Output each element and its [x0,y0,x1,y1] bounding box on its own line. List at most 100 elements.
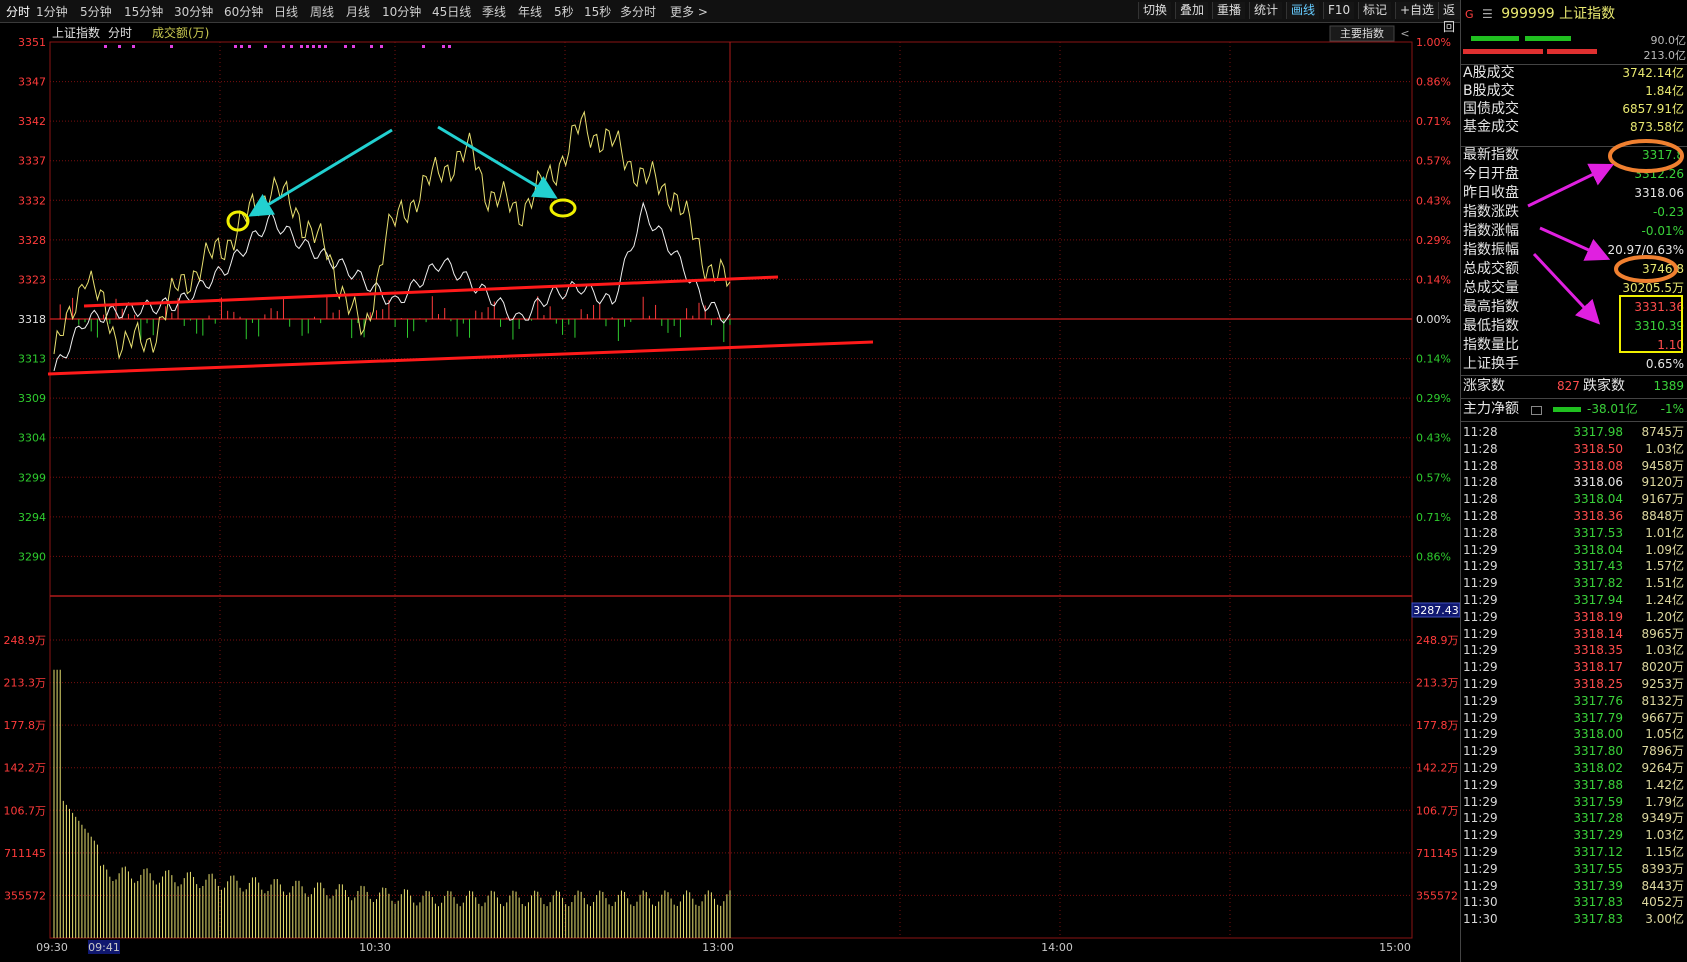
tick-time: 11:29 [1463,643,1498,658]
tick-price: 3318.02 [1573,761,1623,775]
tick-row: 11:28 3317.98 8745万 [1463,423,1687,441]
vol-label-r-6: 355572 [1416,889,1458,902]
index-value: 3317.8 [1642,148,1684,162]
tick-time: 11:29 [1463,660,1498,675]
index-label: 总成交额 [1463,261,1519,277]
signal-dot [448,45,451,48]
collapse-icon: < [1400,27,1409,40]
chart-frame [49,41,1413,939]
tick-volume: 1.03亿 [1645,441,1684,456]
tick-row: 11:29 3318.14 8965万 [1463,625,1687,643]
chart-header-1: 分时 [108,26,132,40]
index-value: 30205.5万 [1622,281,1684,295]
vol-label-r-5: 711145 [1416,847,1458,860]
tick-time: 11:29 [1463,559,1498,574]
tick-price: 3317.28 [1573,811,1623,826]
tick-price: 3317.83 [1573,912,1623,927]
index-row-11: 上证换手 0.65% [1463,355,1687,374]
tick-time: 11:28 [1463,475,1498,490]
tick-price: 3318.06 [1573,475,1623,490]
price-tag: 3287.43 [1413,604,1459,617]
index-value: -0.01% [1641,224,1684,238]
capital-value: -38.01亿 [1587,402,1638,416]
pct-label-4: 0.43% [1416,194,1451,207]
panel-header: G ☰ 999999 上证指数 [1465,3,1615,25]
index-label: 昨日收盘 [1463,185,1519,201]
index-row-5: 指数振幅 20.97/0.63% [1463,241,1687,260]
turnover-value: 6857.91亿 [1622,102,1684,116]
index-label: 最新指数 [1463,147,1519,163]
index-label: 指数量比 [1463,337,1519,353]
price-label-8: 3313 [18,353,46,366]
index-row-9: 最低指数 3310.39 [1463,317,1687,336]
pct-label-3: 0.57% [1416,155,1451,168]
down-count: 1389 [1653,379,1684,393]
index-label: 最低指数 [1463,318,1519,334]
price-label-13: 3290 [18,550,46,563]
index-value: 3746.8 [1642,262,1684,276]
signal-dot [240,45,243,48]
menu-icon[interactable]: ☰ [1482,7,1493,21]
vol-label-4: 106.7万 [4,804,47,817]
tick-time: 11:29 [1463,710,1498,725]
tick-volume: 8443万 [1641,878,1684,893]
index-label: 上证换手 [1463,356,1519,372]
avg-line [53,110,731,360]
tick-time: 11:28 [1463,525,1498,540]
tick-time: 11:29 [1463,626,1498,641]
price-label-5: 3328 [18,234,46,247]
vol-label-1: 213.3万 [4,677,47,690]
tick-price: 3317.39 [1573,878,1623,893]
index-value: 3318.06 [1634,186,1684,200]
list-icon[interactable] [1531,406,1542,415]
g-icon: G [1465,8,1474,21]
tick-price: 3318.50 [1573,441,1623,456]
tick-row: 11:28 3318.08 9458万 [1463,457,1687,475]
quote-panel: G ☰ 999999 上证指数 90.0亿 213.0亿 A股成交 3742.14… [1460,0,1687,962]
tick-price: 3318.19 [1573,609,1623,624]
tick-volume: 8965万 [1641,626,1684,641]
price-label-10: 3304 [18,432,46,445]
turnover-value: 3742.14亿 [1622,66,1684,80]
trendline-upper [83,275,779,308]
signal-dot [234,45,237,48]
tick-row: 11:29 3317.80 7896万 [1463,742,1687,760]
pct-label-12: 0.71% [1416,511,1451,524]
pct-label-6: 0.14% [1416,273,1451,286]
index-row-6: 总成交额 3746.8 [1463,260,1687,279]
tick-volume: 1.05亿 [1645,727,1684,742]
pct-label-13: 0.86% [1416,550,1451,563]
tick-time: 11:29 [1463,693,1498,708]
marker-circle-2 [549,198,577,218]
tick-row: 11:28 3317.53 1.01亿 [1463,524,1687,542]
tick-volume: 9167万 [1641,492,1684,507]
tick-volume: 7896万 [1641,744,1684,759]
index-row-0: 最新指数 3317.8 [1463,146,1687,165]
signal-dot [422,45,425,48]
signal-dot [264,45,267,48]
tick-row: 11:29 3318.25 9253万 [1463,675,1687,693]
index-value: 3310.39 [1634,319,1684,333]
signal-dot [344,45,347,48]
tick-row: 11:28 3318.04 9167万 [1463,490,1687,508]
chart-header-0: 上证指数 [52,25,100,40]
bar-val-2: 213.0亿 [1643,49,1687,62]
tick-row: 11:29 3317.76 8132万 [1463,692,1687,710]
up-count: 827 [1557,379,1580,393]
turnover-label: 国债成交 [1463,101,1519,117]
price-label-1: 3347 [18,76,46,89]
capital-label: 主力净额 [1463,401,1519,417]
tick-time: 11:29 [1463,777,1498,792]
tick-time: 11:29 [1463,794,1498,809]
tick-volume: 8745万 [1641,425,1684,439]
index-value: 3331.36 [1634,300,1684,314]
price-label-4: 3332 [18,194,46,207]
index-value: 1.10 [1657,338,1684,352]
time-label-4: 14:00 [1041,941,1073,954]
index-row-2: 昨日收盘 3318.06 [1463,184,1687,203]
intraday-chart[interactable]: 上证指数 分时 成交额(万) 主要指数 <3351 1.00% 3347 0.86% 3342 0… [0,0,1460,962]
tick-volume: 9264万 [1641,761,1684,775]
tick-row: 11:30 3317.83 4052万 [1463,893,1687,911]
vol-label-r-4: 106.7万 [1416,804,1459,817]
tick-row: 11:29 3317.55 8393万 [1463,860,1687,878]
